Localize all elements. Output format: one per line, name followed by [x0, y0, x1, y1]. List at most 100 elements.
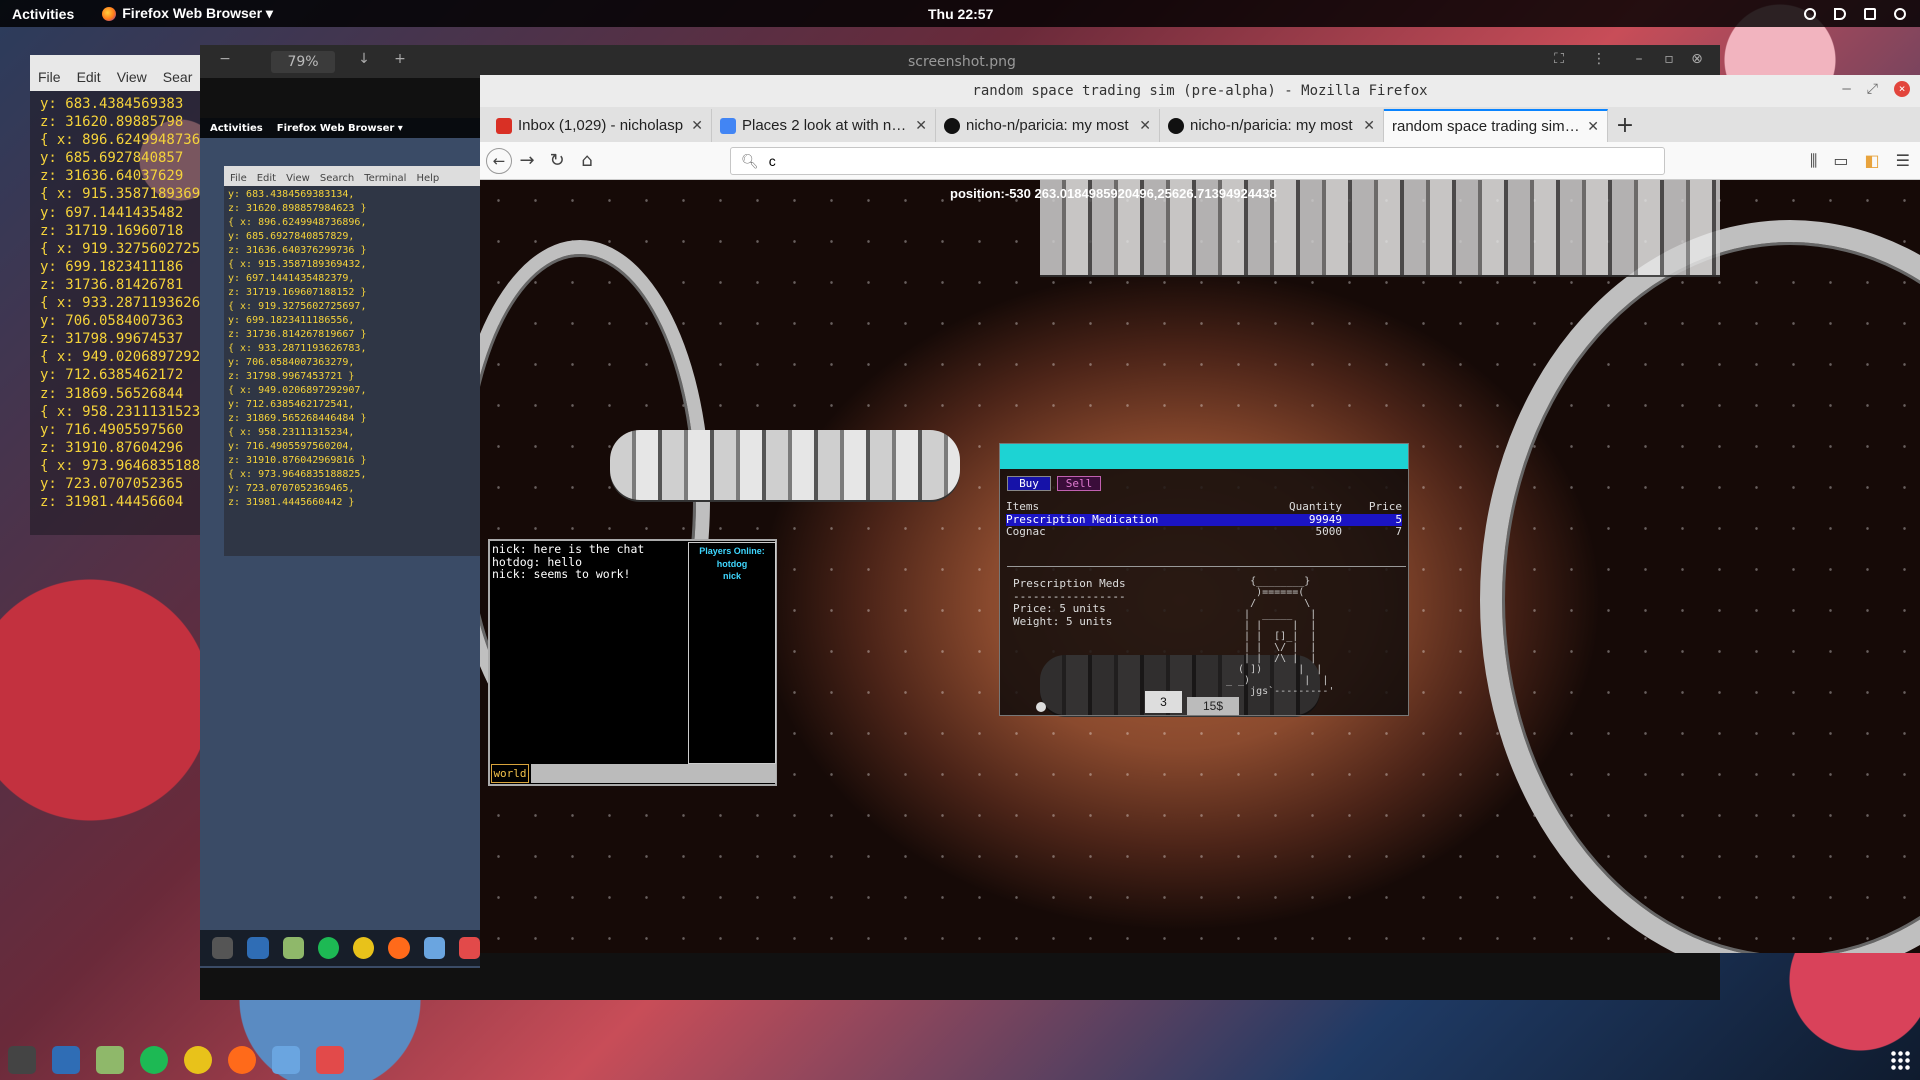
nested-menu-help: Help: [416, 173, 440, 184]
chrome-icon[interactable]: [184, 1046, 212, 1074]
table-row[interactable]: Prescription Medication 99949 5: [1006, 513, 1402, 526]
buy-button[interactable]: Buy: [1007, 476, 1051, 491]
maximize-icon[interactable]: ▫: [1658, 51, 1680, 73]
close-tab-icon[interactable]: ✕: [1587, 118, 1599, 135]
url-bar[interactable]: 🔍︎ c: [730, 147, 1665, 175]
window-controls: – ⤢ ×: [1842, 81, 1910, 97]
terminal-line: y: 723.0707052365: [40, 475, 184, 492]
firefox-icon[interactable]: [228, 1046, 256, 1074]
zoom-dropdown-icon[interactable]: ↓: [353, 51, 375, 73]
close-tab-icon[interactable]: ✕: [691, 117, 703, 134]
firefox-icon: [388, 937, 410, 959]
firefox-titlebar[interactable]: random space trading sim (pre-alpha) - M…: [480, 75, 1920, 107]
menu-file[interactable]: File: [38, 69, 61, 85]
terminal-line: { x: 973.9646835188825,: [228, 469, 367, 480]
terminal-icon: [212, 937, 234, 959]
library-icon[interactable]: ⫼: [1810, 151, 1817, 171]
terminal-line: z: 31910.876042969816 }: [228, 455, 367, 466]
sidebar-icon[interactable]: ▭: [1833, 151, 1848, 171]
docs-icon: [720, 117, 736, 134]
terminal-icon[interactable]: [8, 1046, 36, 1074]
window-title: random space trading sim (pre-alpha) - M…: [972, 83, 1428, 99]
menu-view[interactable]: View: [117, 69, 147, 85]
trade-panel-header[interactable]: [1000, 444, 1408, 469]
firefox-window[interactable]: random space trading sim (pre-alpha) - M…: [480, 75, 1920, 953]
close-tab-icon[interactable]: ✕: [915, 117, 927, 134]
menu-edit[interactable]: Edit: [77, 69, 101, 85]
tab-docs[interactable]: Places 2 look at with nick ✕: [712, 109, 936, 142]
tab-github-1[interactable]: nicho-n/paricia: my most ✕: [936, 109, 1160, 142]
close-icon[interactable]: ⊗: [1686, 51, 1708, 73]
maximize-icon[interactable]: ⤢: [1867, 81, 1878, 97]
nested-top-bar: Activities Firefox Web Browser ▾: [200, 118, 480, 138]
menu-search[interactable]: Sear: [163, 69, 193, 85]
quantity-input[interactable]: 3: [1145, 691, 1182, 713]
ascii-art-bottle: {________} )======( / \ | _____ | | | | …: [1226, 576, 1335, 697]
close-tab-icon[interactable]: ✕: [1363, 117, 1375, 134]
hamburger-menu-icon[interactable]: ☰: [1896, 151, 1910, 171]
menu-icon[interactable]: ⋮: [1588, 51, 1610, 73]
extension-icon[interactable]: ◧: [1865, 151, 1880, 171]
terminal-line: y: 706.0584007363: [40, 313, 184, 330]
minimize-icon[interactable]: –: [1842, 81, 1850, 97]
terminal-line: y: 712.6385462172541,: [228, 399, 355, 410]
battery-icon: [1864, 7, 1876, 20]
terminal-line: y: 683.4384569383: [40, 96, 184, 112]
vscode-icon: [247, 937, 269, 959]
chat-message: nick: here is the chat: [492, 542, 645, 556]
close-tab-icon[interactable]: ✕: [1139, 117, 1151, 134]
chrome-icon: [353, 937, 375, 959]
close-icon[interactable]: ×: [1894, 81, 1910, 97]
terminal-menu: File Edit View Sear: [30, 55, 200, 91]
system-tray[interactable]: [1804, 7, 1906, 20]
spotify-icon[interactable]: [140, 1046, 168, 1074]
terminal-line: y: 716.4905597560204,: [228, 441, 355, 452]
nested-terminal: File Edit View Search Terminal Help y: 6…: [224, 166, 484, 556]
trade-panel[interactable]: Buy Sell Items Quantity Price Prescription…: [999, 443, 1409, 716]
nested-menu-edit: Edit: [256, 173, 277, 184]
url-text: c: [768, 153, 776, 169]
tab-gmail[interactable]: Inbox (1,029) - nicholasp ✕: [488, 109, 712, 142]
app-menu[interactable]: Firefox Web Browser ▾: [102, 5, 273, 22]
zoom-out-icon[interactable]: −: [214, 51, 236, 73]
show-applications-icon[interactable]: [1890, 1050, 1910, 1070]
quantity-slider-handle[interactable]: [1036, 702, 1046, 712]
forward-icon[interactable]: →: [512, 150, 542, 171]
files-icon[interactable]: [96, 1046, 124, 1074]
terminal-line: { x: 896.6249948736896,: [228, 217, 367, 228]
new-tab-button[interactable]: +: [1608, 109, 1642, 142]
sell-button[interactable]: Sell: [1057, 476, 1101, 491]
zoom-in-icon[interactable]: +: [389, 51, 411, 73]
terminal-line: z: 31620.89885798: [40, 114, 184, 131]
presentation-icon[interactable]: [316, 1046, 344, 1074]
item-price: 7: [1395, 525, 1402, 538]
zoom-level[interactable]: 79%: [271, 50, 335, 73]
home-icon[interactable]: ⌂: [572, 150, 602, 171]
spotify-icon: [317, 937, 339, 959]
chat-input[interactable]: [531, 764, 776, 783]
player-name: hotdog: [716, 558, 748, 569]
toolbar-right: ⫼ ▭ ◧ ☰: [1810, 151, 1910, 171]
gmail-icon: [496, 117, 512, 134]
tab-github-2[interactable]: nicho-n/paricia: my most ✕: [1160, 109, 1384, 142]
table-row[interactable]: Cognac 5000 7: [1006, 525, 1402, 539]
terminal-line: { x: 933.2871193626: [40, 295, 201, 312]
minimize-icon[interactable]: –: [1628, 51, 1650, 73]
player-name: nick: [722, 571, 741, 581]
chat-app-icon[interactable]: [272, 1046, 300, 1074]
terminal-window[interactable]: File Edit View Sear y: 683.4384569383 z: …: [30, 55, 200, 535]
players-title: Players Online:: [699, 546, 765, 556]
game-canvas[interactable]: position:-530 263.0184985920496,25626.71…: [480, 180, 1920, 953]
position-readout: position:-530 263.0184985920496,25626.71…: [950, 186, 1277, 201]
channel-selector[interactable]: world: [491, 764, 529, 783]
reload-icon[interactable]: ↻: [542, 150, 572, 171]
firefox-icon: [102, 6, 117, 21]
vscode-icon[interactable]: [52, 1046, 80, 1074]
tab-game[interactable]: random space trading sim (p ✕: [1384, 109, 1608, 142]
activities-button[interactable]: Activities: [12, 6, 74, 22]
clock[interactable]: Thu 22:57: [928, 6, 993, 22]
fullscreen-icon[interactable]: ⛶: [1548, 51, 1570, 73]
terminal-line: { x: 973.9646835188: [40, 457, 201, 474]
back-icon[interactable]: ←: [486, 147, 512, 174]
chat-log: nick: here is the chat hotdog: hello nick:…: [492, 543, 644, 581]
